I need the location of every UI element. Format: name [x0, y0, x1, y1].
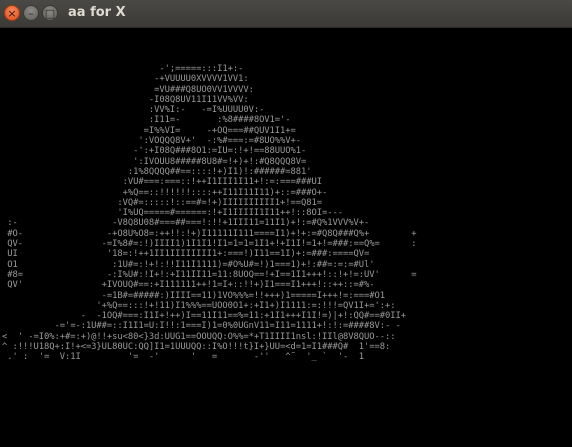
close-window-button[interactable]: × — [4, 5, 20, 21]
maximize-window-button[interactable]: □ — [42, 5, 58, 21]
terminal-canvas[interactable]: -';=====:::I1+:- -+VUUUU0XVVVV1VV1: =VU#… — [0, 28, 572, 447]
close-icon: × — [7, 6, 17, 20]
window-titlebar[interactable]: × – □ aa for X — [0, 0, 572, 28]
minimize-icon: – — [28, 6, 34, 20]
window-title: aa for X — [68, 5, 126, 20]
maximize-icon: □ — [44, 6, 56, 20]
ascii-art-render: -';=====:::I1+:- -+VUUUU0XVVVV1VV1: =VU#… — [2, 64, 417, 363]
minimize-window-button[interactable]: – — [23, 5, 39, 21]
